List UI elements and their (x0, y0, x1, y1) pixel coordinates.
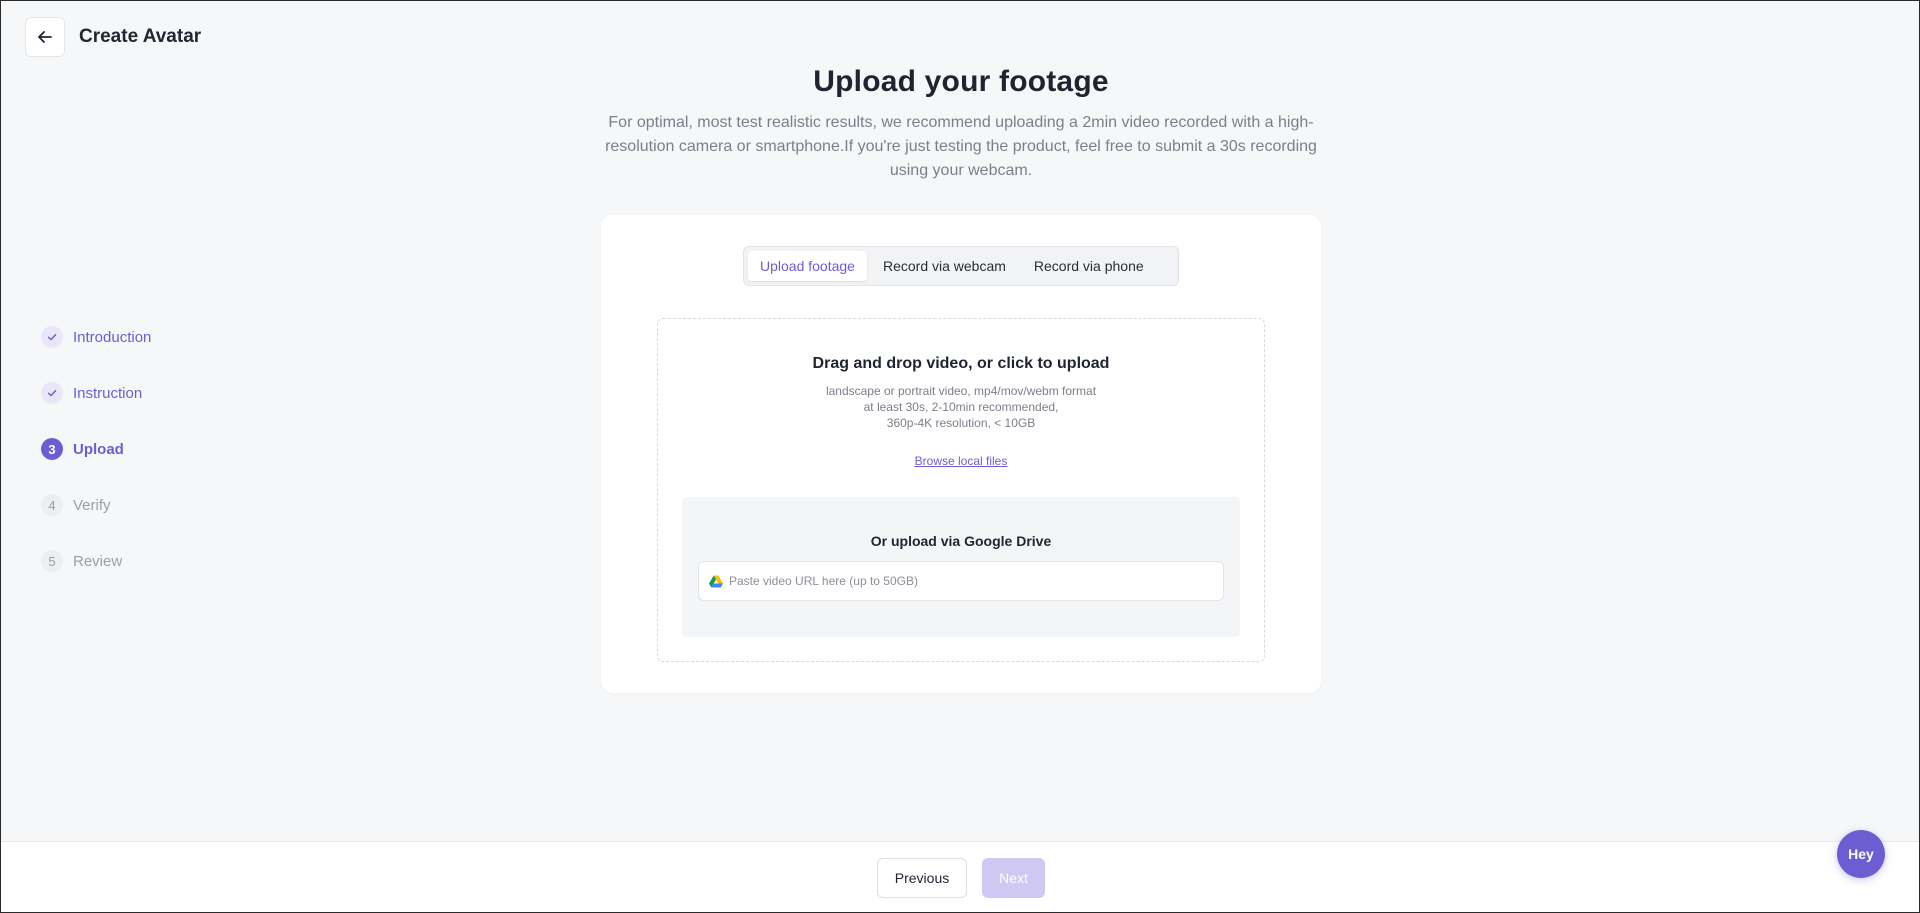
google-drive-url-input[interactable] (729, 574, 1223, 588)
step-label: Instruction (73, 384, 143, 402)
google-drive-section: Or upload via Google Drive (682, 497, 1240, 637)
step-introduction[interactable]: Introduction (41, 326, 151, 348)
google-drive-icon (709, 575, 723, 587)
tab-upload-footage[interactable]: Upload footage (748, 251, 867, 281)
step-number: 3 (41, 438, 63, 460)
step-label: Introduction (73, 328, 152, 346)
step-review[interactable]: 5 Review (41, 550, 151, 572)
heading-section: Upload your footage For optimal, most te… (1, 65, 1919, 183)
google-drive-title: Or upload via Google Drive (870, 533, 1052, 549)
step-verify[interactable]: 4 Verify (41, 494, 151, 516)
dropzone-desc-line: 360p-4K resolution, < 10GB (886, 416, 1036, 430)
chat-widget-button[interactable]: Hey (1837, 830, 1885, 878)
page-title: Create Avatar (79, 26, 202, 47)
step-label: Verify (73, 496, 111, 514)
footer-bar: Previous Next (1, 841, 1919, 912)
dropzone-desc-line: at least 30s, 2-10min recommended, (863, 400, 1059, 414)
step-number: 5 (41, 550, 63, 572)
upload-method-tabs: Upload footage Record via webcam Record … (743, 246, 1179, 286)
dropzone-description: landscape or portrait video, mp4/mov/web… (658, 383, 1264, 431)
next-button[interactable]: Next (982, 858, 1045, 898)
check-icon (41, 326, 63, 348)
step-label: Review (73, 552, 123, 570)
back-button[interactable] (25, 17, 65, 57)
tab-record-phone[interactable]: Record via phone (1022, 251, 1156, 281)
step-number: 4 (41, 494, 63, 516)
upload-card: Upload footage Record via webcam Record … (601, 215, 1321, 693)
main-description: For optimal, most test realistic results… (605, 114, 1317, 179)
tab-record-webcam[interactable]: Record via webcam (871, 251, 1018, 281)
dropzone-desc-line: landscape or portrait video, mp4/mov/web… (825, 384, 1097, 398)
main-heading: Upload your footage (813, 65, 1109, 98)
file-dropzone[interactable]: Drag and drop video, or click to upload … (657, 318, 1265, 662)
browse-wrapper: Browse local files (658, 452, 1264, 470)
steps-sidebar: Introduction Instruction 3 Upload 4 Veri… (41, 326, 151, 572)
step-upload[interactable]: 3 Upload (41, 438, 151, 460)
google-drive-input-wrapper (698, 561, 1224, 601)
step-label: Upload (73, 440, 124, 458)
browse-local-files-link[interactable]: Browse local files (915, 454, 1008, 468)
step-instruction[interactable]: Instruction (41, 382, 151, 404)
previous-button[interactable]: Previous (877, 858, 967, 898)
check-icon (41, 382, 63, 404)
arrow-left-icon (38, 31, 52, 43)
dropzone-title: Drag and drop video, or click to upload (812, 355, 1110, 372)
top-bar: Create Avatar (25, 17, 201, 57)
app-window: Create Avatar Introduction Instruction 3… (0, 0, 1920, 913)
